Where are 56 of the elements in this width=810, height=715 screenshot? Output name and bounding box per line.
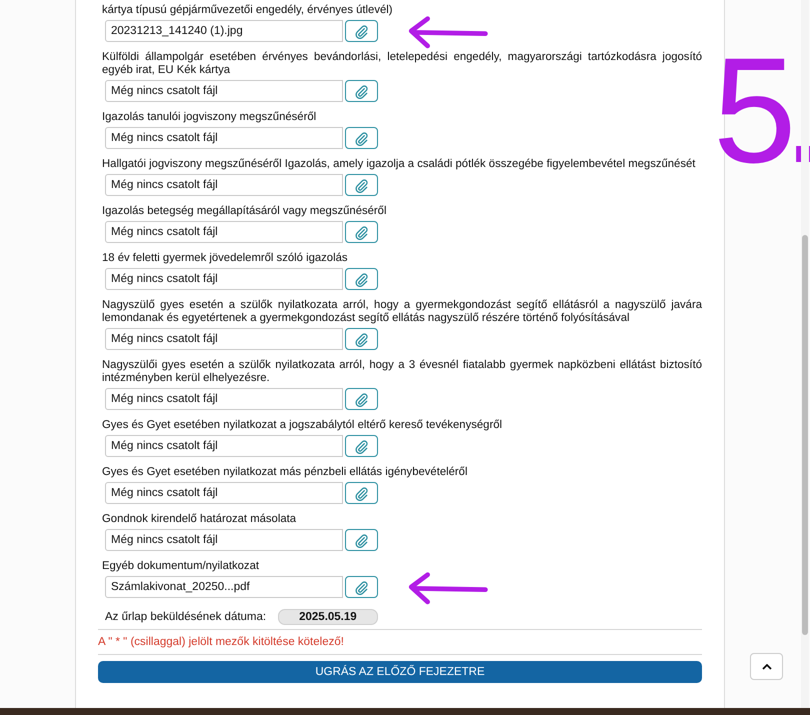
required-note: A " * " (csillaggal) jelölt mezők kitöltése kötelező! — [98, 635, 345, 650]
paperclip-icon — [354, 24, 369, 38]
field-label: Nagyszülői gyes esetén a szülők nyilatkozata arról, hogy a 3 évesnél fiatalabb gyermek napközbeni ellátást biztosító intézményben kerül elhelyezésre. — [101, 359, 702, 385]
field-label: Igazolás betegség megállapításáról vagy megszűnéséről — [101, 205, 388, 218]
date-label: Az űrlap beküldésének dátuma: — [105, 611, 266, 623]
field-label: Gyes és Gyet esetében nyilatkozat a jogszabálytól eltérő kereső tevékenységről — [101, 419, 504, 432]
paperclip-icon — [354, 332, 369, 346]
attach-button[interactable] — [345, 127, 378, 149]
attach-button[interactable] — [345, 388, 378, 410]
attach-button[interactable] — [345, 80, 378, 102]
field-label: 18 év feletti gyermek jövedelemről szóló igazolás — [101, 252, 349, 265]
date-value: 2025.05.19 — [278, 609, 378, 625]
paperclip-icon — [354, 532, 369, 548]
file-field[interactable]: Még nincs csatolt fájl — [105, 221, 343, 243]
attach-button[interactable] — [345, 435, 378, 457]
handwritten-annotation: 5. — [713, 30, 810, 190]
file-field[interactable]: Még nincs csatolt fájl — [105, 80, 343, 102]
paperclip-icon — [354, 438, 369, 454]
file-field[interactable]: Még nincs csatolt fájl — [105, 482, 343, 504]
scroll-top-button[interactable] — [750, 653, 783, 680]
paperclip-icon — [354, 580, 369, 594]
attach-button[interactable] — [345, 576, 378, 598]
file-field[interactable]: Még nincs csatolt fájl — [105, 529, 343, 551]
file-field[interactable]: Még nincs csatolt fájl — [105, 388, 343, 410]
attach-button[interactable] — [345, 221, 378, 243]
field-label: kártya típusú gépjárművezetői engedély, érvényes útlevél) — [101, 4, 394, 17]
file-field[interactable]: Számlakivonat_20250...pdf — [105, 576, 343, 598]
attach-button[interactable] — [345, 174, 378, 196]
field-label: Igazolás tanulói jogviszony megszűnéséről — [101, 111, 318, 124]
field-label: Hallgatói jogviszony megszűnéséről Igazolás, amely igazolja a családi pótlék összegébe figyelembevétel megszűnését — [101, 158, 696, 171]
paperclip-icon — [354, 130, 369, 146]
caret-up-icon — [762, 664, 772, 670]
previous-chapter-button[interactable]: UGRÁS AZ ELŐZŐ FEJEZETRE — [98, 661, 702, 683]
attach-button[interactable] — [345, 482, 378, 504]
paperclip-icon — [354, 392, 369, 406]
field-label: Külföldi állampolgár esetében érvényes bevándorlási, letelepedési engedély, magyarországi tartózkodásra jogosító egyéb irat, EU Kék kártya — [101, 51, 702, 77]
file-field[interactable]: Még nincs csatolt fájl — [105, 174, 343, 196]
file-field[interactable]: 20231213_141240 (1).jpg — [105, 20, 343, 42]
field-label: Nagyszülő gyes esetén a szülők nyilatkozata arról, hogy a gyermekgondozást segítő ellátásról a nagyszülő javára lemondanak és egyetértenek a gyermekgondozást segítő ellátás nagyszülő részére történő folyósításával — [101, 299, 702, 325]
file-field[interactable]: Még nincs csatolt fájl — [105, 268, 343, 290]
field-label: Egyéb dokumentum/nyilatkozat — [101, 560, 260, 573]
paperclip-icon — [354, 272, 369, 286]
paperclip-icon — [354, 486, 369, 500]
attach-button[interactable] — [345, 529, 378, 551]
field-label: Gondnok kirendelő határozat másolata — [101, 513, 298, 526]
paperclip-icon — [354, 84, 369, 98]
file-field[interactable]: Még nincs csatolt fájl — [105, 435, 343, 457]
attach-button[interactable] — [345, 328, 378, 350]
field-label: Gyes és Gyet esetében nyilatkozat más pénzbeli ellátás igénybevételéről — [101, 466, 468, 479]
attach-button[interactable] — [345, 268, 378, 290]
paperclip-icon — [354, 224, 369, 240]
attach-button[interactable] — [345, 20, 378, 42]
scrollbar-thumb[interactable] — [802, 235, 808, 635]
paperclip-icon — [354, 178, 369, 192]
file-field[interactable]: Még nincs csatolt fájl — [105, 328, 343, 350]
file-field[interactable]: Még nincs csatolt fájl — [105, 127, 343, 149]
